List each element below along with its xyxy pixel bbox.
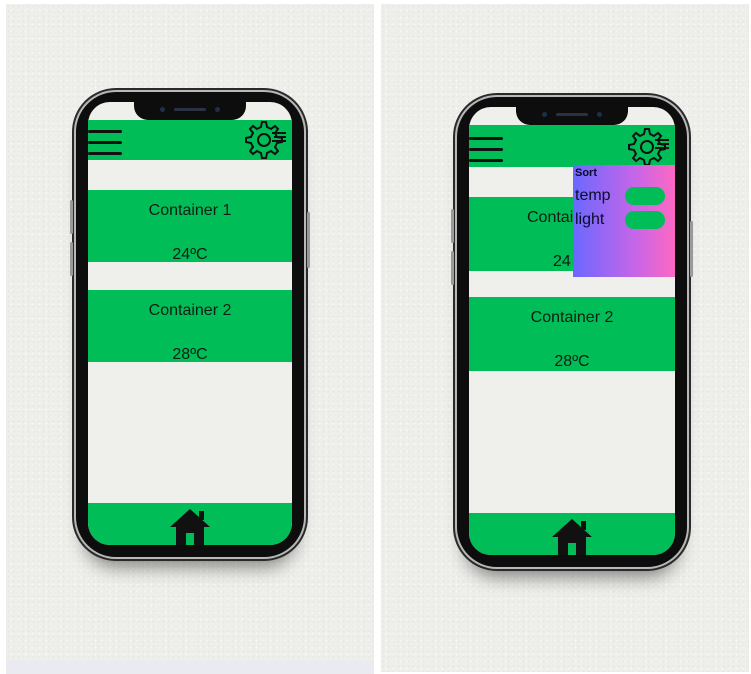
left-app-screen: Container 1 24ºC Container 2 28ºC	[88, 102, 292, 545]
bottom-strip	[6, 660, 374, 674]
container-temp: 24ºC	[172, 246, 208, 263]
home-icon[interactable]	[168, 507, 212, 545]
gear-icon[interactable]	[242, 118, 290, 162]
left-phone: Container 1 24ºC Container 2 28ºC	[70, 92, 310, 557]
right-phone: Contai 24 Container 2 28ºC Sort temp lig…	[451, 97, 693, 567]
sort-option-temp-label: temp	[575, 187, 611, 204]
sort-panel: Sort temp light	[573, 165, 675, 277]
gear-icon[interactable]	[625, 125, 673, 169]
container-name: Container 1	[148, 202, 232, 219]
home-icon[interactable]	[550, 517, 594, 555]
container-temp: 28ºC	[554, 353, 590, 370]
phone-notch	[516, 107, 628, 125]
container-name: Container 2	[530, 309, 614, 326]
hamburger-menu-icon[interactable]	[88, 130, 122, 163]
hamburger-menu-icon[interactable]	[469, 137, 503, 170]
container-name: Container 2	[148, 302, 232, 319]
sort-option-light-label: light	[575, 211, 605, 228]
container-card[interactable]: Container 1 24ºC	[88, 190, 292, 263]
container-temp: 28ºC	[172, 346, 208, 363]
sort-temp-toggle[interactable]	[625, 187, 665, 205]
container-card[interactable]: Container 2 28ºC	[469, 297, 675, 371]
sort-light-toggle[interactable]	[625, 211, 665, 229]
container-card[interactable]: Container 2 28ºC	[88, 290, 292, 363]
right-app-screen: Contai 24 Container 2 28ºC Sort temp lig…	[469, 107, 675, 555]
phone-notch	[134, 102, 246, 120]
sort-title: Sort	[575, 167, 597, 179]
